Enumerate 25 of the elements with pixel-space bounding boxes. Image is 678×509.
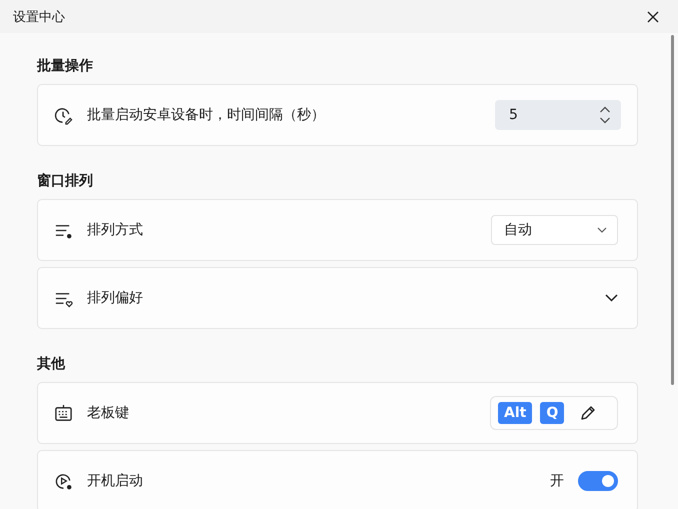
chevron-icon[interactable] xyxy=(605,294,618,302)
section-heading: 窗口排列 xyxy=(37,172,94,191)
play-settings-icon xyxy=(54,472,73,490)
setting-label: 老板键 xyxy=(87,404,130,422)
keyboard-icon xyxy=(54,404,73,422)
section-heading: 其他 xyxy=(37,355,66,374)
section-heading: 批量操作 xyxy=(37,57,94,76)
hotkey-field[interactable]: Alt Q xyxy=(490,396,618,430)
dropdown[interactable]: 自动 xyxy=(491,215,618,245)
setting-label: 排列偏好 xyxy=(87,289,144,307)
setting-label: 排列方式 xyxy=(87,221,144,239)
pencil-icon[interactable] xyxy=(580,405,596,421)
chevron-down-icon xyxy=(597,227,607,233)
toggle-state: 开 xyxy=(550,472,564,490)
toggle-switch[interactable] xyxy=(578,471,618,491)
setting-label: 批量启动安卓设备时，时间间隔（秒） xyxy=(87,106,326,124)
key-badge: Q xyxy=(540,402,564,424)
key-badge: Alt xyxy=(498,402,532,424)
setting-label: 开机启动 xyxy=(87,472,144,490)
scrollbar-thumb[interactable] xyxy=(671,35,674,385)
number-field[interactable]: 5 xyxy=(495,100,621,130)
up-down-icon[interactable] xyxy=(599,106,611,124)
clock-icon xyxy=(54,106,73,124)
window-title: 设置中心 xyxy=(13,8,65,26)
close-icon[interactable] xyxy=(647,10,659,22)
